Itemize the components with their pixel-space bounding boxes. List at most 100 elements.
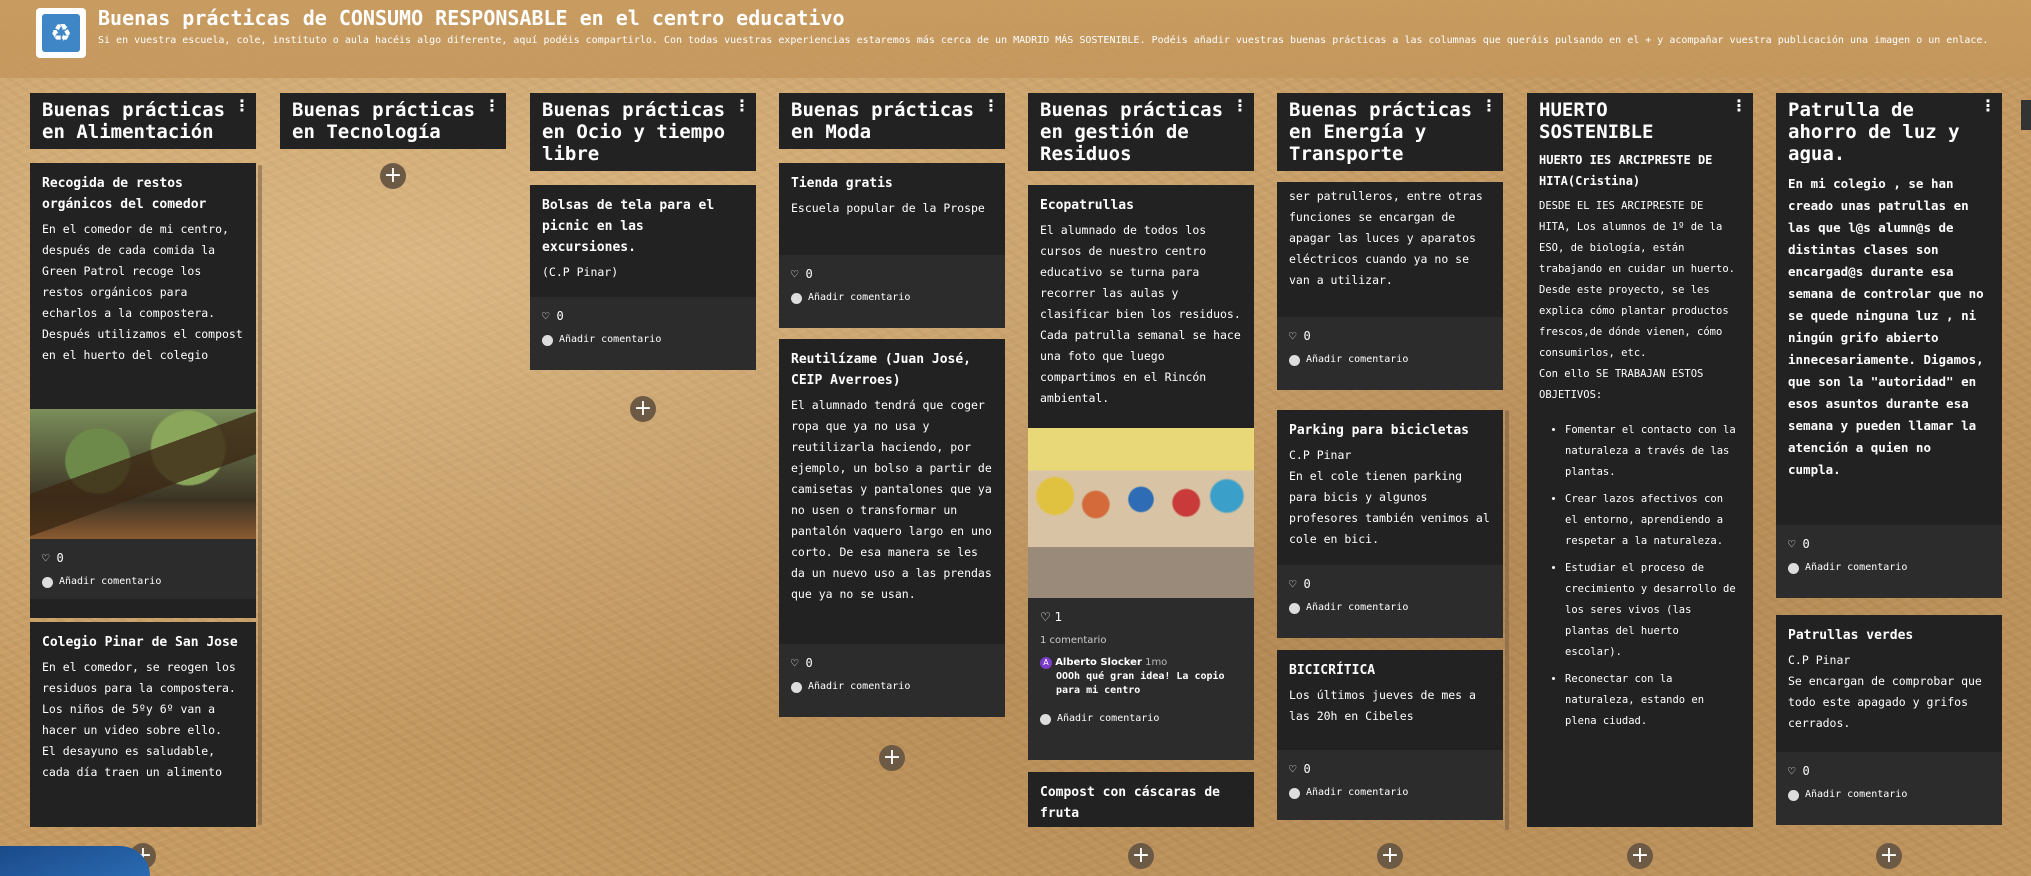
post-title: Tienda gratis (791, 176, 893, 191)
add-comment-button[interactable]: Añadir comentario (1289, 597, 1491, 619)
like-count: 0 (1303, 329, 1311, 343)
post-card-bolsas-tela[interactable]: Bolsas de tela para el picnic en las exc… (530, 185, 756, 370)
column-header-ocio: Buenas prácticas en Ocio y tiempo libre … (530, 93, 756, 171)
post-card-ecopatrullas[interactable]: Ecopatrullas El alumnado de todos los cu… (1028, 185, 1254, 760)
post-title: Bolsas de tela para el picnic en las exc… (542, 198, 715, 255)
post-image-students-photo[interactable] (1028, 428, 1254, 598)
heart-icon: ♡ (791, 267, 799, 281)
post-footer: ♡ 0 Añadir comentario (779, 644, 1005, 717)
add-post-button[interactable]: + (1128, 843, 1154, 869)
objective-item: Reconectar con la naturaleza, estando en… (1565, 669, 1741, 732)
user-avatar-icon (791, 292, 802, 304)
add-post-button[interactable]: + (630, 396, 656, 422)
add-comment-button[interactable]: Añadir comentario (1788, 557, 1990, 579)
like-button[interactable]: ♡ 1 (1040, 604, 1242, 630)
column-menu-icon[interactable]: ⋮ (983, 98, 999, 114)
column-menu-icon[interactable]: ⋮ (234, 98, 250, 114)
post-text: En el comedor de mi centro, después de c… (42, 222, 243, 362)
column-menu-icon[interactable]: ⋮ (734, 98, 750, 114)
add-comment-button[interactable]: Añadir comentario (42, 571, 244, 593)
user-avatar-icon (1040, 713, 1051, 725)
post-image-compost-box[interactable] (30, 409, 256, 539)
like-button[interactable]: ♡ 0 (1289, 571, 1491, 597)
column-header-residuos: Buenas prácticas en gestión de Residuos … (1028, 93, 1254, 171)
user-avatar-icon (1788, 789, 1799, 801)
post-text: DESDE EL IES ARCIPRESTE DE HITA, Los alu… (1539, 200, 1735, 401)
column-menu-icon[interactable]: ⋮ (484, 98, 500, 114)
post-card-patrullas-verdes[interactable]: Patrullas verdes C.P Pinar Se encargan d… (1776, 615, 2002, 825)
comment-text: OOOh qué gran idea! La copio para mi cen… (1056, 671, 1225, 696)
post-text: (C.P Pinar) (542, 265, 619, 279)
like-button[interactable]: ♡ 0 (1289, 756, 1491, 782)
post-footer: ♡ 0 Añadir comentario (1277, 565, 1503, 638)
comment-author[interactable]: Alberto Slocker (1055, 657, 1142, 668)
column-menu-icon[interactable]: ⋮ (1481, 98, 1497, 114)
column-header-huerto: HUERTO SOSTENIBLE ⋮ (1527, 93, 1753, 149)
like-button[interactable]: ♡ 0 (1788, 531, 1990, 557)
add-comment-button[interactable]: Añadir comentario (1289, 349, 1491, 371)
user-avatar-icon (791, 681, 802, 693)
column-title: HUERTO SOSTENIBLE (1539, 99, 1654, 143)
add-post-button[interactable]: + (1876, 843, 1902, 869)
add-post-button[interactable]: + (879, 745, 905, 771)
user-avatar-icon (1289, 787, 1300, 799)
post-title: Compost con cáscaras de fruta (1040, 785, 1221, 821)
add-comment-button[interactable]: Añadir comentario (791, 676, 993, 698)
comment-time: 1mo (1145, 657, 1168, 668)
add-comment-button[interactable]: Añadir comentario (542, 329, 744, 351)
add-comment-button[interactable]: Añadir comentario (1289, 782, 1491, 804)
post-text: El alumnado tendrá que coger ropa que ya… (791, 398, 992, 601)
like-count: 0 (556, 309, 564, 323)
like-button[interactable]: ♡ 0 (542, 303, 744, 329)
like-count: 0 (1303, 577, 1311, 591)
column-menu-icon[interactable]: ⋮ (1232, 98, 1248, 114)
add-post-button[interactable]: + (380, 163, 406, 189)
column-menu-icon[interactable]: ⋮ (1980, 98, 1996, 114)
like-count: 0 (805, 267, 813, 281)
post-card-patrullas-colegio[interactable]: En mi colegio , se han creado unas patru… (1776, 163, 2002, 598)
post-card-reutilizame[interactable]: Reutilízame (Juan José, CEIP Averroes) E… (779, 339, 1005, 717)
post-footer: ♡ 0 Añadir comentario (1277, 317, 1503, 390)
post-card-compost-cascaras[interactable]: Compost con cáscaras de fruta (1028, 772, 1254, 827)
post-card-huerto-arcipreste[interactable]: HUERTO IES ARCIPRESTE DE HITA(Cristina) … (1527, 142, 1753, 827)
add-post-button[interactable]: + (1377, 843, 1403, 869)
post-text: Escuela popular de la Prospe (791, 201, 985, 215)
user-avatar-icon (1788, 562, 1799, 574)
add-comment-button[interactable]: Añadir comentario (1040, 708, 1242, 730)
add-post-button[interactable]: + (1627, 843, 1653, 869)
column-menu-icon[interactable]: ⋮ (1731, 98, 1747, 114)
heart-icon: ♡ (1788, 537, 1796, 551)
like-count: 1 (1054, 610, 1063, 624)
post-card-bicicritica[interactable]: BICICRÍTICA Los últimos jueves de mes a … (1277, 650, 1503, 820)
post-card-tienda-gratis[interactable]: Tienda gratis Escuela popular de la Pros… (779, 163, 1005, 328)
post-card-patrulleros[interactable]: ser patrulleros, entre otras funciones s… (1277, 182, 1503, 390)
post-card-parking-bicicletas[interactable]: Parking para bicicletas C.P Pinar En el … (1277, 410, 1503, 638)
post-card-pinar-san-jose[interactable]: Colegio Pinar de San Jose En el comedor,… (30, 622, 256, 827)
column-scrollbar[interactable] (258, 165, 262, 825)
like-button[interactable]: ♡ 0 (791, 261, 993, 287)
add-comment-label: Añadir comentario (1306, 602, 1409, 613)
post-text: Los últimos jueves de mes a las 20h en C… (1289, 688, 1476, 723)
user-avatar-icon (542, 334, 553, 346)
add-comment-button[interactable]: Añadir comentario (791, 287, 993, 309)
add-comment-label: Añadir comentario (1306, 787, 1409, 798)
like-button[interactable]: ♡ 0 (42, 545, 244, 571)
board-header: ♻ Buenas prácticas de CONSUMO RESPONSABL… (0, 0, 2031, 78)
column-title: Patrulla de ahorro de luz y agua. (1788, 99, 1960, 165)
like-button[interactable]: ♡ 0 (791, 650, 993, 676)
heart-icon: ♡ (1788, 764, 1796, 778)
post-title: BICICRÍTICA (1289, 663, 1376, 678)
column-scrollbar[interactable] (1505, 410, 1509, 830)
recycle-bin-icon: ♻ (42, 14, 80, 52)
post-footer: ♡ 0 Añadir comentario (1776, 525, 2002, 598)
heart-icon: ♡ (542, 309, 550, 323)
post-card-recogida[interactable]: Recogida de restos orgánicos del comedor… (30, 163, 256, 618)
comments-count[interactable]: 1 comentario (1040, 630, 1242, 652)
objective-item: Estudiar el proceso de crecimiento y des… (1565, 558, 1741, 663)
post-footer: ♡ 1 1 comentario A Alberto Slocker 1mo O… (1028, 598, 1254, 760)
like-button[interactable]: ♡ 0 (1788, 758, 1990, 784)
post-footer: ♡ 0 Añadir comentario (779, 255, 1005, 328)
like-button[interactable]: ♡ 0 (1289, 323, 1491, 349)
board-title: Buenas prácticas de CONSUMO RESPONSABLE … (98, 6, 845, 30)
add-comment-button[interactable]: Añadir comentario (1788, 784, 1990, 806)
